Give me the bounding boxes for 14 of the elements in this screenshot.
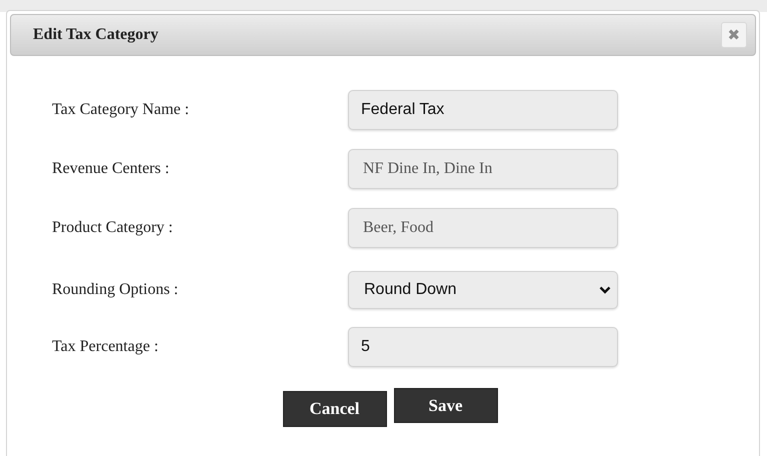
multiselect-field[interactable]: Beer, Food [348,208,618,248]
multiselect-field[interactable]: NF Dine In, Dine In [348,149,618,189]
field-label: Revenue Centers : [52,160,170,178]
cancel-button[interactable]: Cancel [282,391,386,427]
dropdown-field[interactable]: Round Down [348,271,618,309]
field-label: Tax Category Name : [52,101,190,119]
input-field[interactable]: 5 [348,327,618,367]
field-label: Product Category : [52,219,174,237]
dialog-title: Edit Tax Category [33,26,158,44]
input-field[interactable]: Federal Tax [348,90,618,130]
chevron-down-icon [599,286,611,294]
field-label: Rounding Options : [52,281,180,299]
save-button[interactable]: Save [394,388,498,423]
field-label: Tax Percentage : [52,338,160,356]
